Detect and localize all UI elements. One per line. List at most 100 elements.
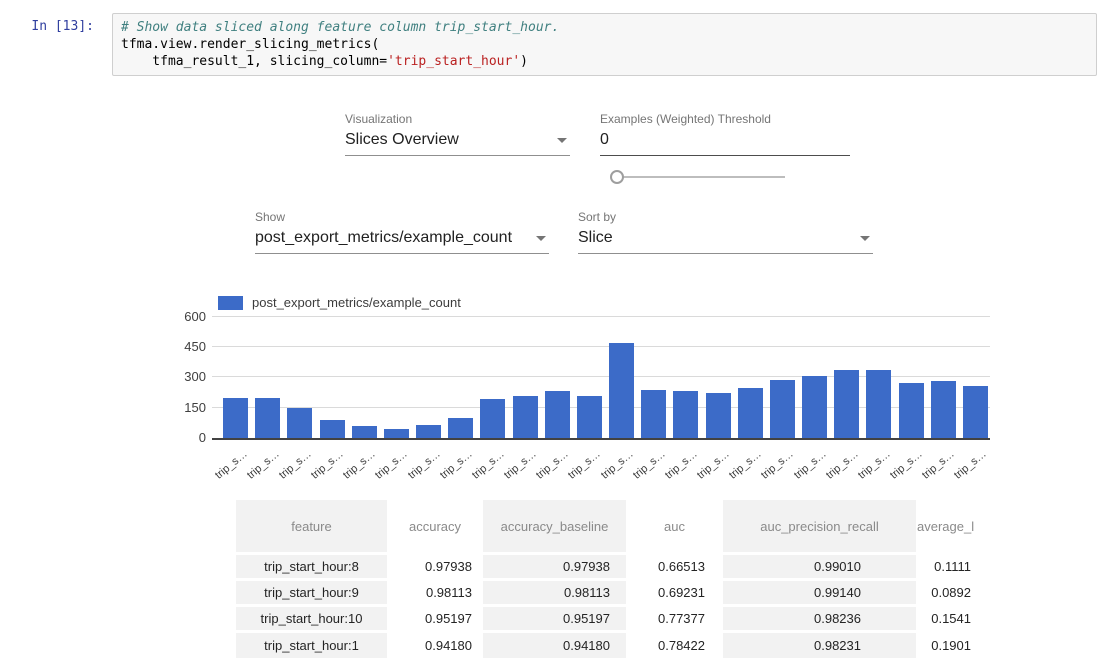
table-cell: 0.97938 xyxy=(387,554,483,580)
table-cell: 0.0892 xyxy=(916,580,974,606)
table-cell: 0.94180 xyxy=(387,632,483,658)
code-line: # Show data sliced along feature column … xyxy=(121,19,1088,36)
bar[interactable] xyxy=(706,393,731,438)
visualization-value: Slices Overview xyxy=(345,130,570,150)
show-select[interactable]: post_export_metrics/example_count xyxy=(255,228,549,254)
bar[interactable] xyxy=(609,343,634,438)
bar[interactable] xyxy=(577,396,602,438)
visualization-field: Visualization Slices Overview xyxy=(345,112,570,156)
chart-legend: post_export_metrics/example_count xyxy=(218,295,461,310)
legend-label: post_export_metrics/example_count xyxy=(252,295,461,310)
code-token: ) xyxy=(520,54,528,69)
bar[interactable] xyxy=(384,429,409,438)
chevron-down-icon[interactable] xyxy=(860,236,870,241)
code-content: # Show data sliced along feature column … xyxy=(121,19,1088,70)
slider-handle[interactable] xyxy=(610,170,624,184)
bar[interactable] xyxy=(448,418,473,437)
table-cell: 0.99010 xyxy=(723,554,916,580)
y-axis-tick-label: 600 xyxy=(160,309,206,324)
threshold-field: Examples (Weighted) Threshold xyxy=(600,112,850,156)
bar[interactable] xyxy=(255,398,280,438)
show-label: Show xyxy=(255,210,549,224)
sort-select[interactable]: Slice xyxy=(578,228,873,254)
metrics-table: featureaccuracyaccuracy_baselineaucauc_p… xyxy=(236,500,974,668)
gridline xyxy=(212,316,990,317)
bar[interactable] xyxy=(287,408,312,438)
table-header-row: featureaccuracyaccuracy_baselineaucauc_p… xyxy=(236,500,974,554)
table-cell: trip_start_hour:9 xyxy=(236,580,387,606)
gridline xyxy=(212,346,990,347)
table-row: trip_start_hour:10.941800.941800.784220.… xyxy=(236,632,974,658)
column-header[interactable]: accuracy xyxy=(387,500,483,554)
table-row: trip_start_hour:80.979380.979380.665130.… xyxy=(236,554,974,580)
column-header[interactable]: feature xyxy=(236,500,387,554)
table-cell: 0.1541 xyxy=(916,606,974,632)
code-token: tfma_result_1, slicing_column= xyxy=(121,54,387,69)
code-editor[interactable]: # Show data sliced along feature column … xyxy=(112,13,1097,76)
legend-swatch-icon xyxy=(218,296,243,310)
column-header[interactable]: average_los xyxy=(916,500,974,554)
column-header[interactable]: auc xyxy=(626,500,723,554)
notebook-page: In [13]: # Show data sliced along featur… xyxy=(0,0,1111,668)
show-field: Show post_export_metrics/example_count xyxy=(255,210,549,254)
chevron-down-icon[interactable] xyxy=(536,236,546,241)
bar[interactable] xyxy=(545,391,570,437)
y-axis-tick-label: 0 xyxy=(160,430,206,445)
bar[interactable] xyxy=(738,388,763,438)
bar[interactable] xyxy=(416,425,441,438)
table-cell: 0.95197 xyxy=(483,606,626,632)
table-cell: 0.69231 xyxy=(626,580,723,606)
bar[interactable] xyxy=(352,426,377,438)
table-cell: trip_start_hour:10 xyxy=(236,606,387,632)
table-cell: 0.77377 xyxy=(626,606,723,632)
slider-track[interactable] xyxy=(617,176,785,178)
table-body: trip_start_hour:80.979380.979380.665130.… xyxy=(236,554,974,658)
bar[interactable] xyxy=(802,376,827,438)
chevron-down-icon[interactable] xyxy=(557,138,567,143)
bar[interactable] xyxy=(834,370,859,438)
bar[interactable] xyxy=(931,381,956,437)
threshold-label: Examples (Weighted) Threshold xyxy=(600,112,850,126)
code-line: tfma.view.render_slicing_metrics( xyxy=(121,36,1088,53)
bar[interactable] xyxy=(223,398,248,438)
table-cell: 0.95197 xyxy=(387,606,483,632)
table-cell: trip_start_hour:8 xyxy=(236,554,387,580)
table-cell: 0.98113 xyxy=(387,580,483,606)
bar[interactable] xyxy=(513,396,538,437)
column-header[interactable]: auc_precision_recall xyxy=(723,500,916,554)
sort-value: Slice xyxy=(578,228,873,248)
threshold-input[interactable] xyxy=(600,130,850,150)
table-cell: 0.98231 xyxy=(723,632,916,658)
bar[interactable] xyxy=(963,386,988,437)
table-cell: 0.99140 xyxy=(723,580,916,606)
visualization-label: Visualization xyxy=(345,112,570,126)
metrics-table-grid: featureaccuracyaccuracy_baselineaucauc_p… xyxy=(236,500,974,658)
y-axis-tick-label: 150 xyxy=(160,400,206,415)
visualization-select[interactable]: Slices Overview xyxy=(345,130,570,156)
table-cell: 0.66513 xyxy=(626,554,723,580)
bar[interactable] xyxy=(641,390,666,438)
bar[interactable] xyxy=(480,399,505,437)
code-token: 'trip_start_hour' xyxy=(387,54,520,69)
bar[interactable] xyxy=(320,420,345,438)
threshold-input-row[interactable] xyxy=(600,130,850,156)
table-cell: 0.98113 xyxy=(483,580,626,606)
table-row: trip_start_hour:90.981130.981130.692310.… xyxy=(236,580,974,606)
x-axis-baseline xyxy=(212,438,990,440)
table-row: trip_start_hour:100.951970.951970.773770… xyxy=(236,606,974,632)
table-cell: 0.78422 xyxy=(626,632,723,658)
table-cell: trip_start_hour:1 xyxy=(236,632,387,658)
show-value: post_export_metrics/example_count xyxy=(255,228,549,248)
sort-field: Sort by Slice xyxy=(578,210,873,254)
sort-label: Sort by xyxy=(578,210,873,224)
input-prompt: In [13]: xyxy=(0,19,94,34)
bar[interactable] xyxy=(866,370,891,438)
table-cell: 0.1901 xyxy=(916,632,974,658)
code-line: tfma_result_1, slicing_column='trip_star… xyxy=(121,53,1088,70)
bar[interactable] xyxy=(770,380,795,438)
bar[interactable] xyxy=(673,391,698,438)
table-cell: 0.94180 xyxy=(483,632,626,658)
column-header[interactable]: accuracy_baseline xyxy=(483,500,626,554)
bar[interactable] xyxy=(899,383,924,438)
code-token: # Show data sliced along feature column … xyxy=(121,20,559,35)
